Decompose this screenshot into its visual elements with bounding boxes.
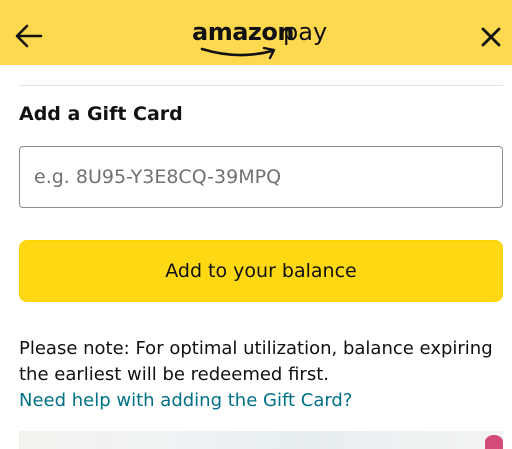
- amazon-pay-logo: amazon pay: [192, 14, 332, 60]
- promo-banner-image: [19, 431, 503, 449]
- logo-pay-text: pay: [283, 18, 328, 46]
- app-header: amazon pay: [0, 0, 512, 65]
- gift-card-help-link[interactable]: Need help with adding the Gift Card?: [19, 388, 352, 414]
- flower-decoration: [485, 435, 503, 449]
- arrow-left-icon: [15, 24, 43, 48]
- smile-arrow-icon: [200, 46, 276, 60]
- close-button[interactable]: [478, 24, 504, 50]
- gift-card-code-input[interactable]: [19, 146, 503, 208]
- logo-amazon-text: amazon: [192, 18, 294, 46]
- redemption-note: Please note: For optimal utilization, ba…: [19, 338, 493, 385]
- close-icon: [481, 27, 501, 47]
- add-to-balance-button[interactable]: Add to your balance: [19, 240, 503, 302]
- gift-card-heading: Add a Gift Card: [19, 103, 183, 125]
- section-divider: [19, 85, 503, 86]
- back-button[interactable]: [14, 22, 44, 50]
